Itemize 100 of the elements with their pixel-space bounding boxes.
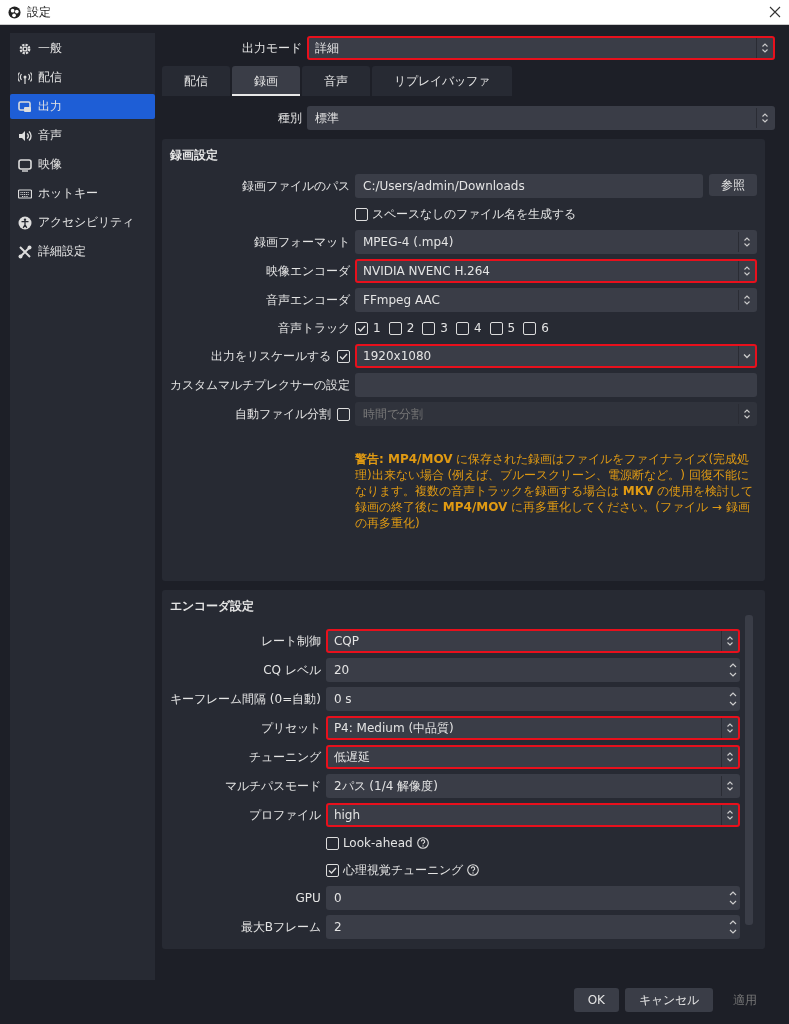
updown-caret-icon [726,722,734,734]
checkbox-label: 心理視覚チューニング [342,861,463,879]
screen-icon [18,157,32,172]
dropdown[interactable]: FFmpeg AAC [355,288,757,312]
field-label: 出力モード [241,39,302,57]
updown-caret-icon [726,635,734,647]
section-title: エンコーダ設定 [169,598,255,615]
input-field[interactable]: C:/Users/admin/Downloads [355,174,703,198]
tab[interactable]: リプレイバッファ [372,66,512,96]
field-label: チューニング [248,748,321,766]
warning-text: 警告: MP4/MOV に保存された録画はファイルをファイナライズ(完成処理)出来ない場合 (例えば、ブルースクリーン、電源断など。) 回復不能になります。複数の音声トラックを録画する場合は MKV の使用を検討して録画の終了後に MP4/MOV に再多重化してください。(ファイル → 録画の再多重化) [355,451,755,532]
updown-caret-icon [743,294,751,306]
checkbox[interactable] [325,836,339,850]
updown-caret-icon [761,112,769,124]
updown-caret-icon [726,751,734,763]
sidebar-item[interactable]: アクセシビリティ [10,210,155,235]
sidebar-item[interactable]: 詳細設定 [10,239,155,264]
dialog-button[interactable]: キャンセル [625,988,713,1012]
browse-button[interactable]: 参照 [709,174,757,196]
spin-box[interactable]: 2 [325,915,740,939]
field-label: キーフレーム間隔 (0=自動) [170,690,321,708]
field-label: 映像エンコーダ [266,262,350,280]
checkbox-label: スペースなしのファイル名を生成する [372,205,576,223]
gear-icon [18,41,32,56]
tab[interactable]: 録画 [232,66,300,96]
sidebar-item[interactable]: 音声 [10,123,155,148]
updown-caret-icon [743,408,751,420]
track-number: 1 [373,321,381,335]
checkbox[interactable] [422,321,436,335]
monitor-icon [18,99,32,114]
chevron-down-icon [743,353,751,359]
spin-arrows-icon[interactable] [728,889,738,907]
spin-arrows-icon[interactable] [728,918,738,936]
track-number: 5 [507,321,516,335]
tools-icon [18,244,32,259]
checkbox[interactable] [489,321,503,335]
sidebar-item[interactable]: ホットキー [10,181,155,206]
window-title: 設定 [27,3,52,21]
field-label: 自動ファイル分割 [235,405,331,423]
checkbox[interactable] [355,321,368,335]
speaker-icon [18,128,32,143]
sidebar-item[interactable]: 出力 [10,94,155,119]
track-number: 2 [406,321,415,335]
close-icon[interactable] [769,6,781,18]
updown-caret-icon [761,42,769,54]
field-label: 最大Bフレーム [240,918,321,936]
field-label: 音声エンコーダ [266,291,350,309]
dialog-button[interactable]: OK [573,988,619,1012]
tab[interactable]: 配信 [162,66,230,96]
spin-arrows-icon[interactable] [728,690,738,708]
sidebar-item[interactable]: 配信 [10,65,155,90]
antenna-icon [18,70,32,85]
field-label: プリセット [260,719,321,737]
field-label: レート制御 [260,632,321,650]
spin-box[interactable]: 0 [325,886,740,910]
dropdown[interactable]: 1920x1080 [355,344,757,368]
section-title: 録画設定 [169,147,219,164]
accessibility-icon [18,215,32,230]
dropdown[interactable]: CQP [325,629,740,653]
updown-caret-icon [743,236,751,248]
track-number: 4 [473,321,482,335]
checkbox[interactable] [523,321,537,335]
field-label: GPU [295,891,321,905]
dropdown[interactable]: MPEG-4 (.mp4) [355,230,757,254]
app-logo-icon [8,5,21,19]
field-label: プロファイル [248,806,321,824]
updown-caret-icon [726,780,734,792]
keyboard-icon [18,186,32,201]
updown-caret-icon [743,265,751,277]
track-number: 6 [541,321,549,335]
checkbox[interactable] [325,863,339,877]
tab[interactable]: 音声 [302,66,370,96]
spin-box[interactable]: 0 s [325,687,740,711]
checkbox[interactable] [355,207,368,221]
help-icon[interactable] [416,837,429,849]
dropdown[interactable]: 標準 [307,106,775,130]
field-label: 出力をリスケールする [211,347,331,365]
dropdown[interactable]: P4: Medium (中品質) [325,716,740,740]
checkbox[interactable] [337,349,350,363]
dropdown[interactable]: NVIDIA NVENC H.264 [355,259,757,283]
sidebar-item[interactable]: 映像 [10,152,155,177]
checkbox[interactable] [388,321,402,335]
field-label: マルチパスモード [224,777,321,795]
field-label: CQ レベル [263,661,321,679]
field-label: 種別 [277,109,302,127]
spin-box[interactable]: 20 [325,658,740,682]
updown-caret-icon [726,809,734,821]
dropdown[interactable]: 2パス (1/4 解像度) [325,774,740,798]
checkbox[interactable] [455,321,469,335]
dropdown[interactable]: high [325,803,740,827]
field-label: 録画ファイルのパス [242,177,350,195]
checkbox-label: Look-ahead [342,836,413,850]
dropdown[interactable]: 低遅延 [325,745,740,769]
field-label: 音声トラック [278,319,350,337]
sidebar-item[interactable]: 一般 [10,36,155,61]
track-number: 3 [440,321,448,335]
dropdown[interactable]: 詳細 [307,36,775,60]
spin-arrows-icon[interactable] [728,661,738,679]
field-label: 録画フォーマット [254,233,350,251]
help-icon[interactable] [466,864,479,876]
